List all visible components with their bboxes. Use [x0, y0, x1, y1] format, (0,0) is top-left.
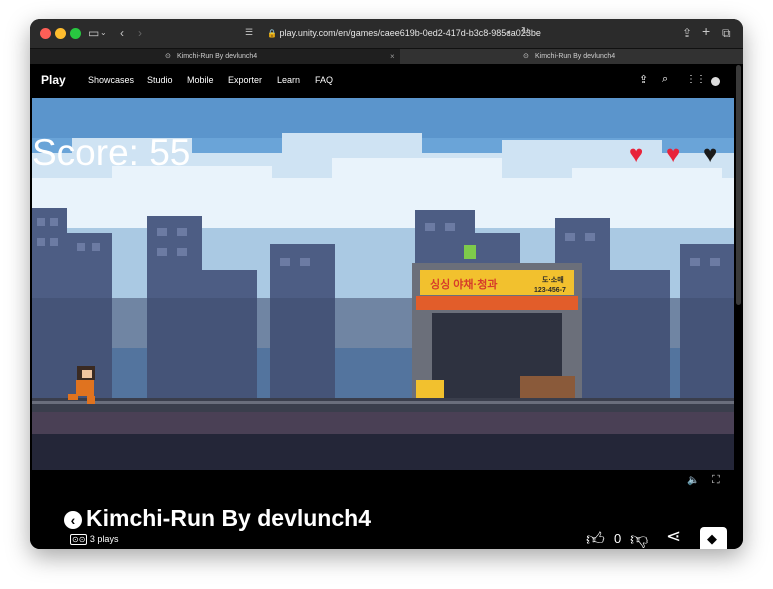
- fullscreen-icon[interactable]: ⛶: [712, 474, 720, 487]
- share-icon[interactable]: ⋖: [666, 526, 681, 547]
- sidebar-icon[interactable]: ▭: [88, 26, 99, 40]
- page-title: ‹ Kimchi-Run By devlunch4: [64, 505, 371, 532]
- tab-2-label: Kimchi-Run By devlunch4: [535, 53, 616, 60]
- tab-overview-icon[interactable]: ⧉: [722, 26, 731, 41]
- nav-mobile[interactable]: Mobile: [187, 75, 214, 85]
- lock-icon: 🔒: [267, 29, 277, 38]
- search-icon[interactable]: ⌕: [662, 73, 668, 86]
- zoom-window-button[interactable]: [70, 28, 81, 39]
- heart-empty-icon: ♥: [703, 141, 718, 168]
- lives-indicator: ♥ ♥ ♥: [629, 142, 733, 168]
- nav-studio[interactable]: Studio: [147, 75, 173, 85]
- cabbage-sprite: [464, 245, 476, 259]
- nav-faq[interactable]: FAQ: [315, 75, 333, 85]
- chevron-down-icon[interactable]: ⌄: [100, 28, 107, 37]
- game-canvas[interactable]: 싱싱 야채·청과 도·소매 123-456-7 Score: 55 ♥ ♥ ♥: [32, 98, 734, 470]
- minimize-window-button[interactable]: [55, 28, 66, 39]
- plays-count: ⊙⊙ 3 plays: [70, 534, 119, 545]
- tab-1-label: Kimchi-Run By devlunch4: [177, 53, 258, 60]
- site-navbar: Play Showcases Studio Mobile Exporter Le…: [30, 64, 743, 97]
- browser-titlebar: ▭ ⌄ ‹ › ☰ 🔒 play.unity.com/en/games/caee…: [30, 19, 743, 48]
- share-icon[interactable]: ⇪: [682, 26, 692, 40]
- shield-icon: ◆: [707, 531, 717, 546]
- tab-bar: ⊙ Kimchi-Run By devlunch4 × ⊙ Kimchi-Run…: [30, 48, 743, 64]
- scrollbar[interactable]: [736, 65, 741, 305]
- play-logo[interactable]: Play: [41, 73, 66, 87]
- like-count: 0: [614, 531, 622, 546]
- shop-sign-right-top: 도·소매: [542, 275, 564, 284]
- page-menu-icon[interactable]: ☰: [245, 27, 253, 38]
- back-circle-icon[interactable]: ‹: [64, 510, 82, 529]
- url-text: play.unity.com/en/games/caee619b-0ed2-41…: [279, 28, 541, 38]
- shield-button[interactable]: ◆: [700, 527, 727, 549]
- translate-icon[interactable]: ◐: [507, 27, 512, 37]
- tab-2[interactable]: ⊙ Kimchi-Run By devlunch4: [400, 49, 743, 64]
- gamepad-icon: ⊙⊙: [70, 534, 88, 545]
- avatar[interactable]: [711, 77, 720, 86]
- plays-label: 3 plays: [89, 534, 119, 544]
- unity-icon: ⊙: [165, 53, 171, 60]
- forward-icon[interactable]: ›: [138, 26, 142, 40]
- unity-icon: ⊙: [523, 53, 529, 60]
- browser-window: ▭ ⌄ ‹ › ☰ 🔒 play.unity.com/en/games/caee…: [30, 19, 743, 549]
- reload-icon[interactable]: ↻: [521, 26, 529, 37]
- heart-icon: ♥: [666, 141, 681, 168]
- nav-showcases[interactable]: Showcases: [88, 75, 134, 85]
- volume-icon[interactable]: 🔈: [687, 475, 699, 486]
- thumbs-up-icon[interactable]: 👍︎: [586, 528, 605, 549]
- heart-icon: ♥: [629, 141, 644, 168]
- nav-exporter[interactable]: Exporter: [228, 75, 262, 85]
- tab-1[interactable]: ⊙ Kimchi-Run By devlunch4: [30, 49, 386, 64]
- score-label: Score: 55: [32, 132, 191, 173]
- close-tab-icon[interactable]: ×: [390, 49, 395, 64]
- new-tab-icon[interactable]: +: [702, 23, 710, 39]
- game-title-text: Kimchi-Run By devlunch4: [86, 505, 371, 531]
- close-window-button[interactable]: [40, 28, 51, 39]
- thumbs-down-icon[interactable]: 👎︎: [630, 528, 648, 549]
- shop-sign-left: 싱싱 야채·청과: [430, 277, 497, 291]
- nav-learn[interactable]: Learn: [277, 75, 300, 85]
- apps-grid-icon[interactable]: ⋮⋮: [686, 74, 706, 85]
- back-icon[interactable]: ‹: [120, 26, 124, 40]
- upload-icon[interactable]: ⇪: [639, 73, 648, 86]
- shop-sign-right-bottom: 123-456-7: [534, 287, 566, 294]
